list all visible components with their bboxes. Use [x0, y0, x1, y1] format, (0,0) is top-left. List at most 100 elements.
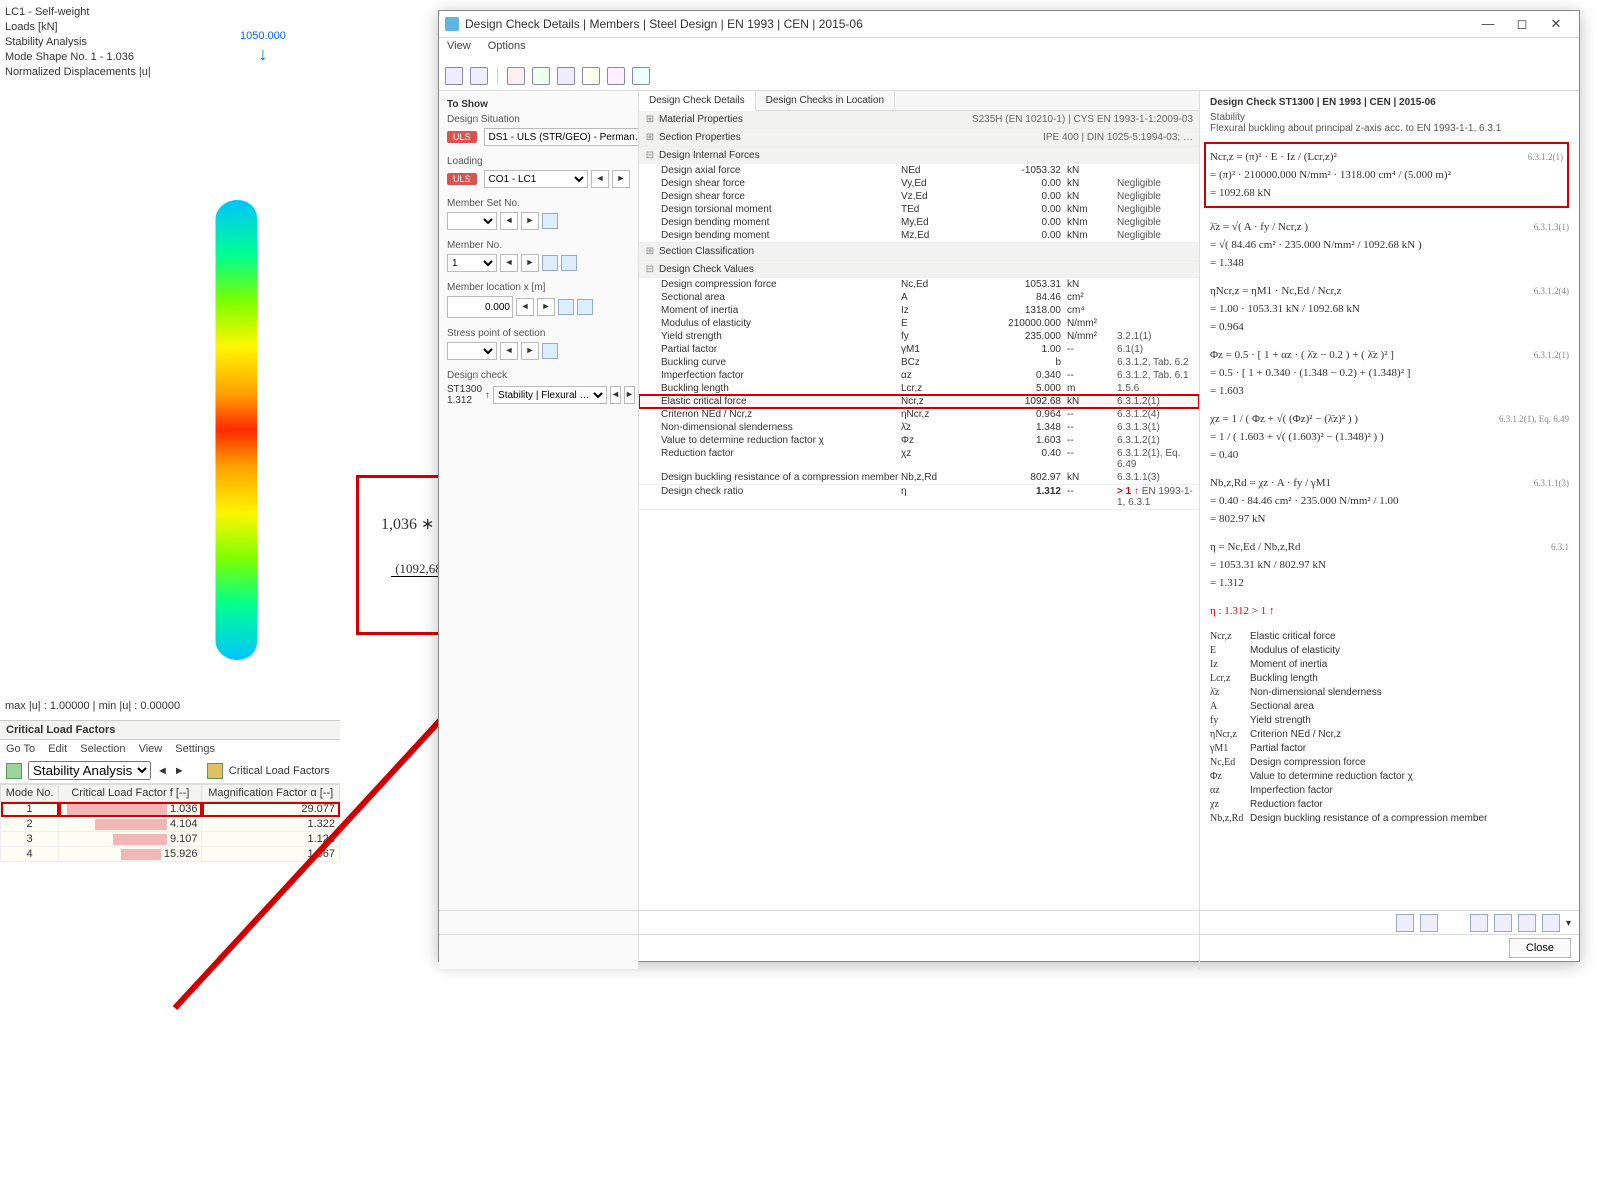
to-show-panel: To Show Design Situation ULSDS1 - ULS (S… [439, 91, 639, 969]
deformed-member [215, 199, 257, 661]
tool-icon[interactable] [607, 67, 625, 85]
footer-icon[interactable] [1420, 914, 1438, 932]
app-icon [445, 17, 459, 31]
symbol-legend: Ncr,zElastic critical forceEModulus of e… [1210, 630, 1569, 825]
label: Design check [447, 370, 630, 381]
value-row: Design shear forceVz,Ed0.00kNNegligible [639, 190, 1199, 203]
value-row: Design torsional momentTEd0.00kNmNegligi… [639, 203, 1199, 216]
design-check-dialog: Design Check Details | Members | Steel D… [438, 10, 1580, 962]
graph-icon[interactable] [558, 299, 574, 315]
designcheck-select[interactable]: Stability | Flexural … [493, 386, 607, 404]
close-button[interactable]: Close [1509, 938, 1571, 958]
info-line: Normalized Displacements |u| [5, 65, 151, 80]
section-header[interactable]: Section Classification [659, 246, 754, 257]
tool-icon[interactable] [470, 67, 488, 85]
menu-selection[interactable]: Selection [80, 743, 125, 755]
table-row[interactable]: 2 4.1041.322 [1, 817, 340, 832]
tool-icon[interactable] [507, 67, 525, 85]
nav-next[interactable]: ► [174, 765, 185, 777]
tool-icon[interactable] [532, 67, 550, 85]
footer-icon[interactable] [1494, 914, 1512, 932]
design-situation-select[interactable]: DS1 - ULS (STR/GEO) - Perman… [484, 128, 639, 146]
menu-goto[interactable]: Go To [6, 743, 35, 755]
maximize-button[interactable]: ◻ [1505, 13, 1539, 35]
tool-icon[interactable] [445, 67, 463, 85]
value-row: Imperfection factorαz0.340--6.3.1.2, Tab… [639, 369, 1199, 382]
value-row: Design bending momentMy,Ed0.00kNmNegligi… [639, 216, 1199, 229]
stresspoint-select[interactable] [447, 342, 497, 360]
tool-icon[interactable] [557, 67, 575, 85]
load-arrow: 1050.000 ↓ [240, 30, 286, 65]
menu-view[interactable]: View [139, 743, 163, 755]
legend-row: fyYield strength [1210, 714, 1569, 727]
legend-row: γM1Partial factor [1210, 742, 1569, 755]
memberset-select[interactable] [447, 212, 497, 230]
value-row: Design bending momentMz,Ed0.00kNmNegligi… [639, 229, 1199, 242]
eq-nbrd: 6.3.1.1(3) Nb,z,Rd = χz · A · fy / γM1= … [1210, 474, 1569, 528]
value-row: Reduction factorχz0.40--6.3.1.2(1), Eq. … [639, 447, 1199, 471]
eq-check: η : 1.312 > 1 ↑ [1210, 602, 1569, 620]
panel-toolbar: Stability Analysis ◄ ► Critical Load Fac… [0, 758, 340, 784]
tool-icon[interactable] [582, 67, 600, 85]
nav-next[interactable]: ► [612, 170, 630, 188]
section-header[interactable]: Material Properties [659, 114, 743, 125]
label: Member location x [m] [447, 282, 630, 293]
nav-prev[interactable]: ◄ [591, 170, 609, 188]
section-header[interactable]: Section Properties [659, 132, 741, 143]
eq-eta-ncr: 6.3.1.2(4) ηNcr,z = ηM1 · Nc,Ed / Ncr,z=… [1210, 282, 1569, 336]
tab-details[interactable]: Design Check Details [639, 91, 756, 111]
viewport-minmax: max |u| : 1.00000 | min |u| : 0.00000 [5, 700, 180, 712]
eq-eta: 6.3.1 η = Nc,Ed / Nb,z,Rd= 1053.31 kN / … [1210, 538, 1569, 592]
label: Design Situation [447, 114, 630, 125]
model-viewport[interactable]: LC1 - Self-weight Loads [kN] Stability A… [0, 0, 340, 720]
value-row: Sectional areaA84.46cm² [639, 291, 1199, 304]
footer-icon[interactable] [1470, 914, 1488, 932]
dialog-titlebar[interactable]: Design Check Details | Members | Steel D… [439, 11, 1579, 38]
table-row[interactable]: 4 15.9261.067 [1, 847, 340, 862]
section-header[interactable]: Design Internal Forces [659, 150, 760, 161]
footer-icon[interactable] [1518, 914, 1536, 932]
close-window-button[interactable]: ✕ [1539, 13, 1573, 35]
graph-icon[interactable] [577, 299, 593, 315]
table-row[interactable]: 3 9.1071.123 [1, 832, 340, 847]
value-row: Buckling curveBCzb6.3.1.2, Tab. 6.2 [639, 356, 1199, 369]
label: Loading [447, 156, 630, 167]
legend-row: αzImperfection factor [1210, 784, 1569, 797]
tab-location[interactable]: Design Checks in Location [756, 91, 895, 110]
menu-view[interactable]: View [447, 40, 471, 52]
menu-options[interactable]: Options [488, 40, 526, 52]
info-line: LC1 - Self-weight [5, 5, 151, 20]
arrow-down-icon: ↓ [240, 44, 286, 65]
section-header[interactable]: Design Check Values [659, 264, 754, 275]
legend-row: ηNcr,zCriterion NEd / Ncr,z [1210, 728, 1569, 741]
info-line: Stability Analysis [5, 35, 151, 50]
menu-settings[interactable]: Settings [175, 743, 215, 755]
table-row[interactable]: 1 1.03629.077 [1, 802, 340, 817]
value-row: Moment of inertiaIz1318.00cm⁴ [639, 304, 1199, 317]
minimize-button[interactable]: — [1471, 13, 1505, 35]
col-mode: Mode No. [1, 785, 59, 802]
value-row: Value to determine reduction factor χΦz1… [639, 434, 1199, 447]
location-input[interactable] [447, 296, 513, 318]
tab-label[interactable]: Critical Load Factors [229, 765, 330, 777]
print-icon[interactable] [1542, 914, 1560, 932]
tool-icon[interactable] [632, 67, 650, 85]
locate-icon[interactable] [542, 213, 558, 229]
analysis-select[interactable]: Stability Analysis [28, 761, 151, 780]
dropdown-icon[interactable]: ▾ [1566, 918, 1571, 929]
legend-row: ASectional area [1210, 700, 1569, 713]
value-row: Buckling lengthLcr,z5.000m1.5.6 [639, 382, 1199, 395]
load-value: 1050.000 [240, 30, 286, 42]
footer-icon[interactable] [1396, 914, 1414, 932]
locate-icon[interactable] [542, 255, 558, 271]
table-icon [207, 763, 223, 779]
filter-icon[interactable] [561, 255, 577, 271]
loading-select[interactable]: CO1 - LC1 [484, 170, 588, 188]
dialog-toolbar [439, 62, 1579, 91]
value-row: Non-dimensional slendernessλ̄z1.348--6.3… [639, 421, 1199, 434]
memberno-select[interactable]: 1 [447, 254, 497, 272]
menu-edit[interactable]: Edit [48, 743, 67, 755]
nav-prev[interactable]: ◄ [157, 765, 168, 777]
value-row: Design axial forceNEd-1053.32kN [639, 164, 1199, 177]
eq-phi: 6.3.1.2(1) Φz = 0.5 · [ 1 + αz · ( λ̄z −… [1210, 346, 1569, 400]
